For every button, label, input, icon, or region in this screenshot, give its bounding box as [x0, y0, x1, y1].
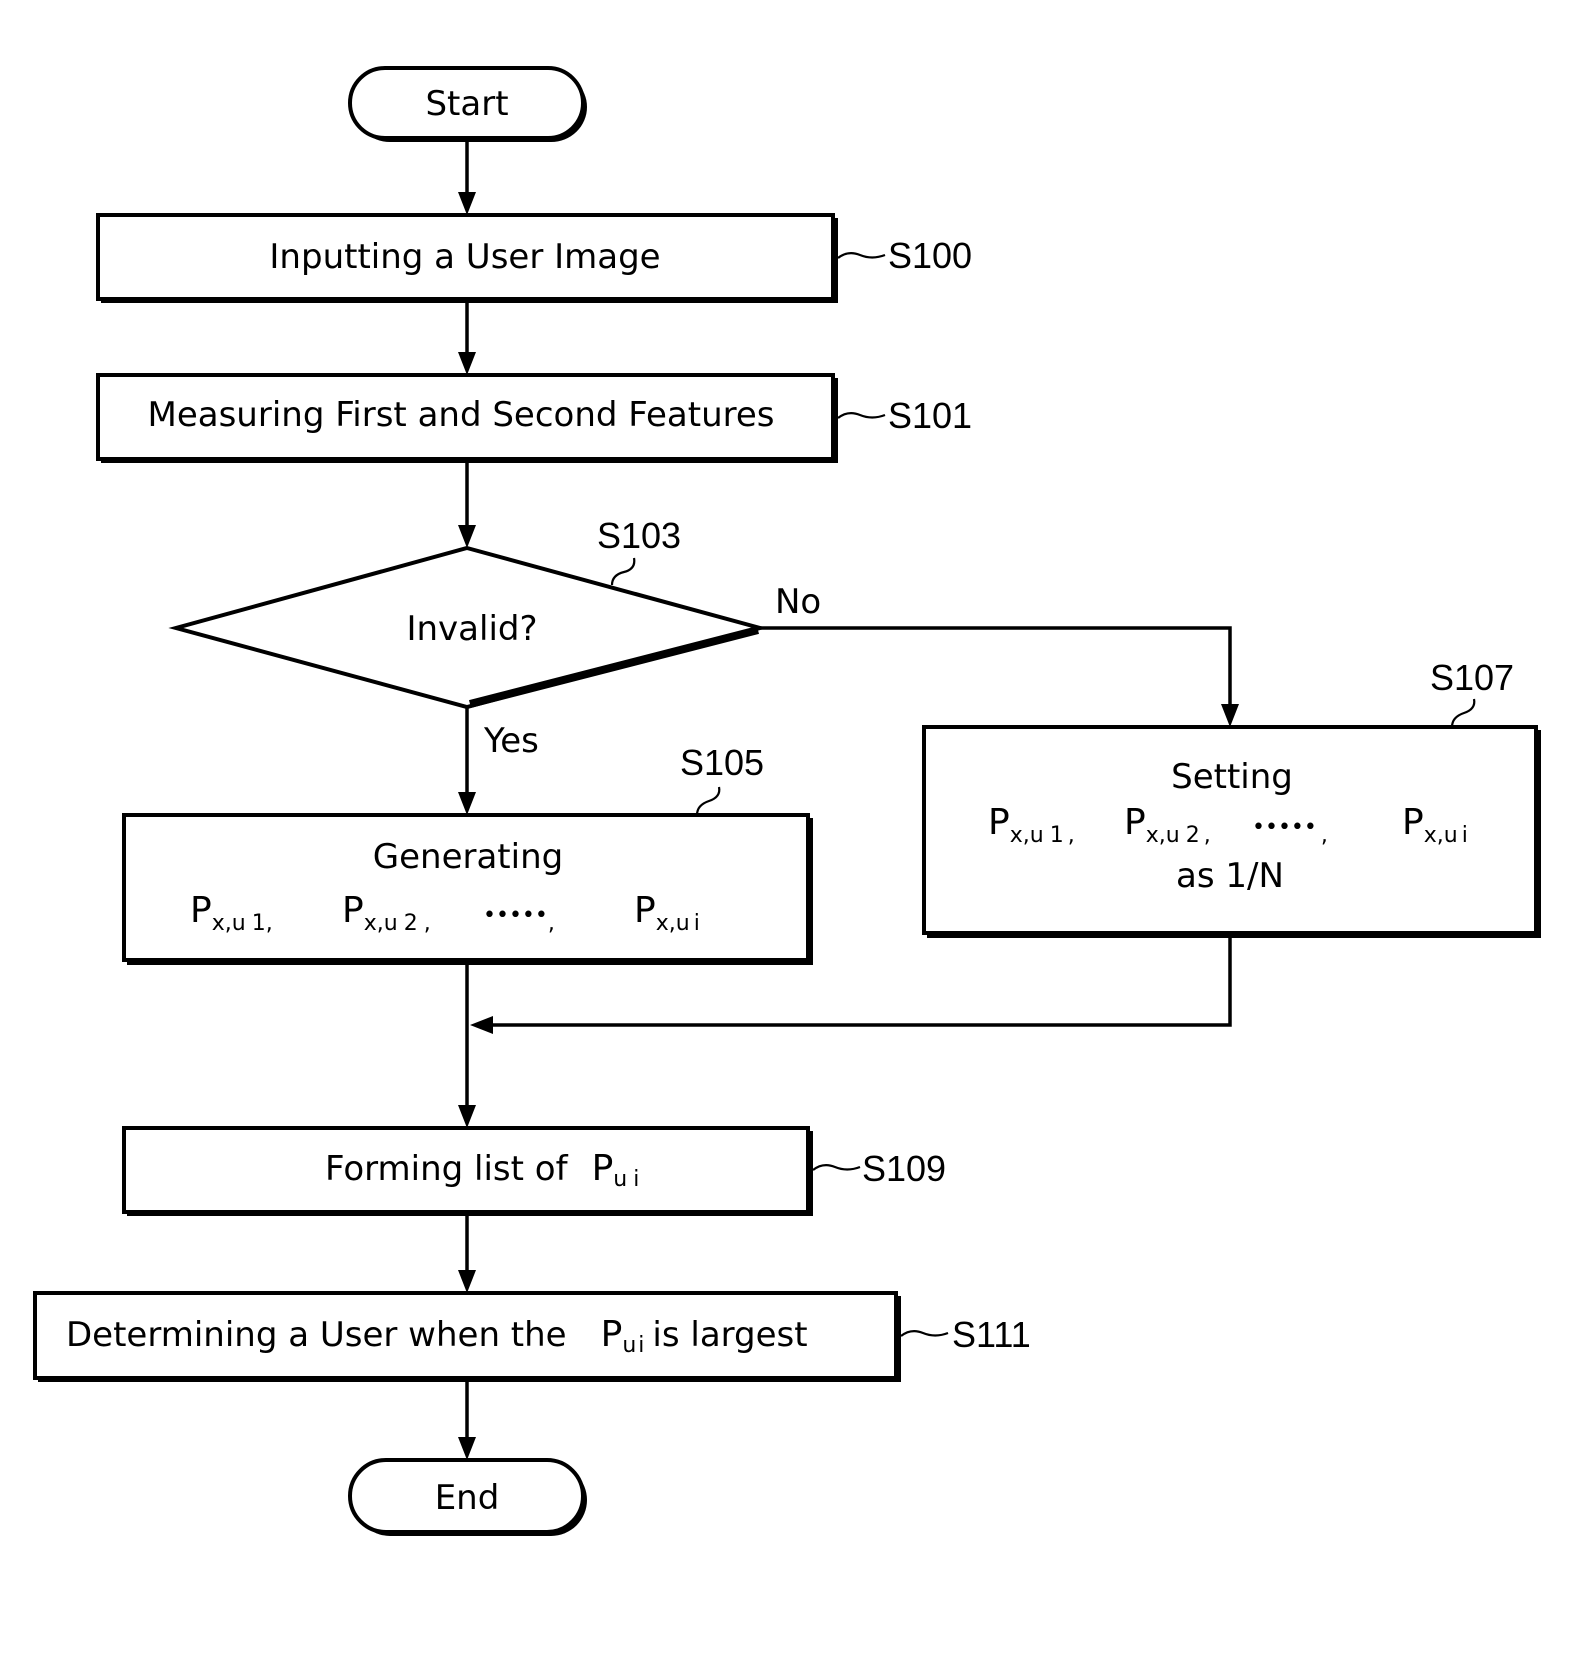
arrowhead-s107: [1221, 704, 1239, 727]
process-s101: Measuring First and Second Features S101: [96, 373, 972, 463]
end-terminal: End: [348, 1458, 587, 1536]
s109-step-label: S109: [862, 1148, 946, 1189]
s107-leader: [1450, 698, 1476, 728]
s109-var-base: P: [592, 1148, 614, 1189]
start-label: Start: [425, 84, 508, 124]
s105-term-2-sub: x,u: [364, 911, 398, 936]
s111-var-index: i: [638, 1333, 644, 1358]
s107-term-1-sub: x,u: [1010, 823, 1044, 848]
s111-var-base: P: [601, 1314, 623, 1355]
s103-leader: [610, 557, 636, 586]
s100-label: Inputting a User Image: [269, 237, 660, 277]
s103-no-label: No: [775, 582, 821, 622]
s105-ellipsis: •••••: [483, 903, 548, 928]
s109-label: Forming list of Pu i: [325, 1148, 639, 1192]
start-terminal: Start: [348, 66, 587, 142]
s109-leader: [812, 1163, 861, 1171]
s111-leader: [900, 1329, 949, 1337]
s109-var-sub: u: [613, 1167, 627, 1192]
arrowhead-s100: [458, 192, 476, 215]
s105-leader: [695, 786, 721, 816]
s109-label-prefix: Forming list of: [325, 1149, 569, 1189]
s103-step-label: S103: [597, 515, 681, 556]
arrowhead-s109: [458, 1105, 476, 1128]
s101-leader: [837, 411, 886, 419]
s105-term-1-sep: ,: [266, 911, 273, 936]
end-label: End: [435, 1478, 500, 1518]
s107-term-i-index: i: [1462, 823, 1468, 848]
arrowhead-s105: [458, 792, 476, 815]
s100-step-label: S100: [888, 235, 972, 276]
arrowhead-s101: [458, 352, 476, 375]
s107-term-2-index: 2: [1186, 823, 1200, 848]
arrowhead-end: [458, 1437, 476, 1460]
s111-label-prefix: Determining a User when the: [66, 1315, 567, 1355]
flowchart: Start Inputting a User Image S100 Measur…: [33, 66, 1541, 1536]
s105-term-2-index: 2: [404, 911, 418, 936]
s107-ellipsis-sep: ,: [1321, 823, 1328, 848]
s105-term-1-base: P: [190, 890, 212, 931]
process-s111: Determining a User when the Pui is largest…: [33, 1291, 1031, 1382]
s107-term-2-sub: x,u: [1146, 823, 1180, 848]
s109-var-index: i: [633, 1167, 639, 1192]
s105-label: Generating: [373, 837, 563, 877]
s107-term-i-base: P: [1402, 802, 1424, 843]
s103-label: Invalid?: [406, 609, 537, 649]
s107-term-2-sep: ,: [1204, 823, 1211, 848]
s107-term-i-sub: x,u: [1424, 823, 1458, 848]
process-s109: Forming list of Pu i S109: [122, 1126, 946, 1216]
s107-term-2-base: P: [1124, 802, 1146, 843]
edge-s103-s107-no: [760, 626, 1232, 707]
s111-var-sub: u: [622, 1333, 636, 1358]
s107-step-label: S107: [1430, 657, 1514, 698]
s105-step-label: S105: [680, 742, 764, 783]
s105-term-2-base: P: [342, 890, 364, 931]
s105-term-i-index: i: [694, 911, 700, 936]
s105-term-2-sep: ,: [424, 911, 431, 936]
s105-term-1-sub: x,u: [212, 911, 246, 936]
s107-ellipsis: •••••: [1252, 815, 1317, 840]
arrowhead-s111: [458, 1270, 476, 1293]
s111-label-suffix: is largest: [652, 1315, 807, 1355]
decision-s103: Invalid? S103 No Yes: [168, 515, 821, 761]
process-s100: Inputting a User Image S100: [96, 213, 972, 303]
arrowhead-s103: [458, 525, 476, 548]
s101-step-label: S101: [888, 395, 972, 436]
s103-yes-label: Yes: [483, 721, 539, 761]
s107-term-1-sep: ,: [1068, 823, 1075, 848]
s107-label: Setting: [1171, 757, 1293, 797]
s111-step-label: S111: [952, 1314, 1031, 1355]
s105-term-i-base: P: [634, 890, 656, 931]
s107-suffix: as 1/N: [1176, 856, 1284, 896]
s111-label: Determining a User when the Pui is largest: [66, 1314, 808, 1358]
s101-label: Measuring First and Second Features: [148, 395, 775, 435]
s100-leader: [837, 251, 886, 259]
s105-ellipsis-sep: ,: [548, 911, 555, 936]
process-s107: S107 Setting Px,u 1, Px,u 2, •••••, Px,u i …: [922, 657, 1541, 938]
s107-term-1-index: 1: [1050, 823, 1064, 848]
s105-term-1-index: 1: [252, 911, 266, 936]
s105-term-i-sub: x,u: [656, 911, 690, 936]
arrowhead-merge: [470, 1016, 493, 1034]
s107-term-1-base: P: [988, 802, 1010, 843]
